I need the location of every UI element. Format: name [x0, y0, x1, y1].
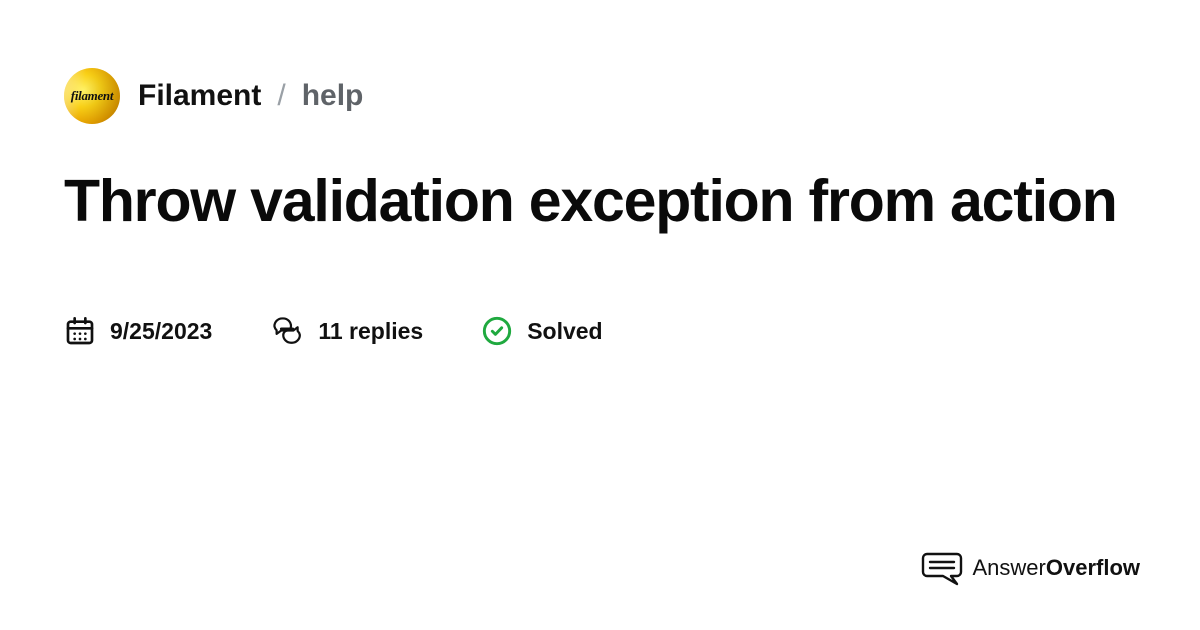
brand-first: Answer: [973, 555, 1046, 580]
speech-bubble-icon: [921, 548, 967, 588]
meta-replies: 11 replies: [270, 314, 423, 348]
meta-status: Solved: [481, 315, 602, 347]
breadcrumb-separator: /: [277, 79, 285, 113]
answer-overflow-logo[interactable]: AnswerOverflow: [921, 548, 1141, 588]
breadcrumb-community[interactable]: Filament: [138, 79, 261, 113]
brand-text: AnswerOverflow: [973, 555, 1141, 581]
breadcrumb-channel[interactable]: help: [302, 79, 364, 113]
community-avatar: filament: [64, 68, 120, 124]
meta-date: 9/25/2023: [64, 315, 212, 347]
breadcrumb: filament Filament / help: [64, 68, 1136, 124]
replies-text: 11 replies: [318, 318, 423, 345]
meta-row: 9/25/2023 11 replies Solved: [64, 314, 1136, 348]
post-title: Throw validation exception from action: [64, 168, 1136, 234]
calendar-icon: [64, 315, 96, 347]
date-text: 9/25/2023: [110, 318, 212, 345]
check-circle-icon: [481, 315, 513, 347]
replies-icon: [270, 314, 304, 348]
brand-second: Overflow: [1046, 555, 1140, 580]
status-text: Solved: [527, 318, 602, 345]
avatar-label: filament: [71, 88, 113, 104]
